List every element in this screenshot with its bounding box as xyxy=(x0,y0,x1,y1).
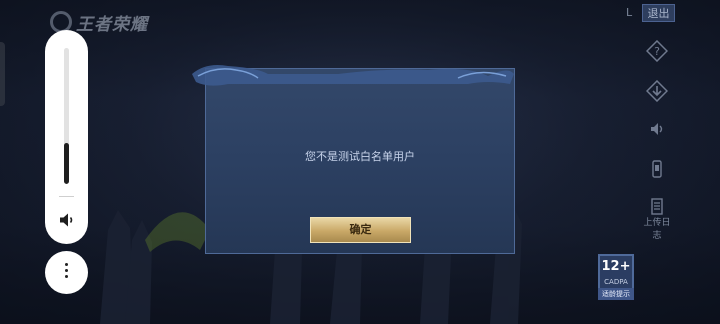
logo-text: 王者荣耀 xyxy=(76,14,148,35)
help-icon[interactable]: ? xyxy=(646,40,668,62)
volume-divider xyxy=(59,196,74,197)
exit-button[interactable]: 退出 xyxy=(642,4,675,22)
more-vertical-icon xyxy=(65,263,68,281)
age-rating-subtitle: CADPA xyxy=(604,278,628,286)
volume-panel xyxy=(45,30,88,244)
age-rating-footer: 适龄提示 xyxy=(598,288,634,300)
dialog-ornament xyxy=(192,65,514,86)
dialog-message: 您不是测试白名单用户 xyxy=(305,150,415,163)
age-rating-number: 12+ xyxy=(601,259,631,274)
confirm-button[interactable]: 确定 xyxy=(310,217,411,243)
svg-text:?: ? xyxy=(654,45,660,58)
exit-prefix: L xyxy=(626,6,633,19)
volume-slider-fill xyxy=(64,143,69,184)
age-rating-badge: 12+ CADPA 适龄提示 xyxy=(598,254,634,300)
volume-slider[interactable] xyxy=(64,48,69,184)
more-options-button[interactable] xyxy=(45,251,88,294)
device-icon[interactable] xyxy=(646,158,668,180)
download-icon[interactable] xyxy=(646,80,668,102)
speaker-icon[interactable] xyxy=(57,210,77,230)
log-upload-label: 上传日志 xyxy=(643,218,671,241)
volume-icon[interactable] xyxy=(646,118,668,140)
left-edge-handle[interactable] xyxy=(0,42,5,106)
